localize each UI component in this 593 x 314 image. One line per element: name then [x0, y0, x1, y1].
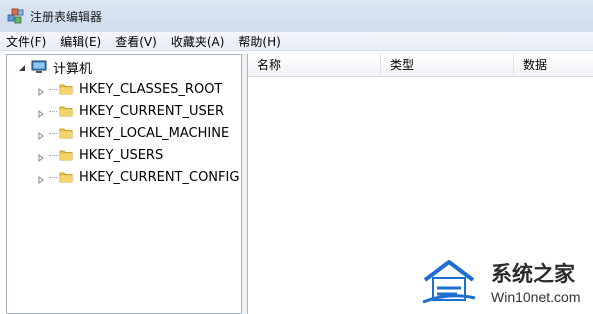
tree-item-computer[interactable]: 计算机	[17, 57, 92, 77]
registry-editor-window: 注册表编辑器 文件(F) 编辑(E) 查看(V) 收藏夹(A) 帮助(H) 计算…	[0, 0, 593, 314]
tree-label: HKEY_CURRENT_CONFIG	[79, 169, 240, 185]
tree-label-computer: 计算机	[53, 61, 93, 77]
title-bar[interactable]: 注册表编辑器	[0, 0, 593, 32]
column-header-name[interactable]: 名称	[248, 54, 381, 77]
folder-icon	[59, 104, 73, 118]
menu-edit[interactable]: 编辑(E)	[60, 33, 101, 50]
tree-label: HKEY_USERS	[79, 147, 164, 163]
watermark: 系统之家 Win10net.com	[421, 256, 591, 310]
registry-editor-icon	[6, 6, 26, 26]
tree-connector	[49, 110, 57, 112]
tree-item-hkey-local-machine[interactable]: HKEY_LOCAL_MACHINE	[37, 123, 229, 143]
menu-favorites[interactable]: 收藏夹(A)	[171, 33, 225, 50]
expand-arrow-icon[interactable]	[37, 129, 45, 140]
registry-tree[interactable]: 计算机 HKEY_CLASSES_ROOT HKEY_CURRENT_USER	[6, 54, 242, 314]
tree-connector	[49, 176, 57, 178]
expand-arrow-icon[interactable]	[37, 107, 45, 118]
column-header-data[interactable]: 数据	[514, 54, 593, 77]
house-logo-icon	[421, 258, 477, 304]
expand-arrow-icon[interactable]	[37, 151, 45, 162]
tree-label: HKEY_CURRENT_USER	[79, 103, 225, 119]
window-title: 注册表编辑器	[30, 9, 103, 24]
folder-icon	[59, 126, 73, 140]
tree-item-hkey-current-config[interactable]: HKEY_CURRENT_CONFIG	[37, 167, 239, 187]
tree-item-hkey-current-user[interactable]: HKEY_CURRENT_USER	[37, 101, 224, 121]
collapse-arrow-icon[interactable]	[17, 62, 27, 72]
folder-icon	[59, 148, 73, 162]
tree-label: HKEY_LOCAL_MACHINE	[79, 125, 230, 141]
menu-file[interactable]: 文件(F)	[6, 33, 46, 50]
menu-help[interactable]: 帮助(H)	[238, 33, 280, 50]
expand-arrow-icon[interactable]	[37, 85, 45, 96]
tree-connector	[49, 154, 57, 156]
tree-connector	[49, 132, 57, 134]
expand-arrow-icon[interactable]	[37, 173, 45, 184]
folder-icon	[59, 170, 73, 184]
watermark-title: 系统之家	[491, 262, 575, 286]
list-header: 名称 类型 数据	[248, 54, 593, 77]
folder-icon	[59, 82, 73, 96]
computer-icon	[31, 60, 47, 74]
menu-view[interactable]: 查看(V)	[115, 33, 157, 50]
menu-bar: 文件(F) 编辑(E) 查看(V) 收藏夹(A) 帮助(H)	[0, 32, 593, 51]
tree-item-hkey-classes-root[interactable]: HKEY_CLASSES_ROOT	[37, 79, 222, 99]
watermark-subtitle: Win10net.com	[491, 289, 581, 305]
tree-connector	[49, 88, 57, 90]
tree-label: HKEY_CLASSES_ROOT	[79, 81, 223, 97]
column-header-type[interactable]: 类型	[381, 54, 514, 77]
tree-item-hkey-users[interactable]: HKEY_USERS	[37, 145, 163, 165]
